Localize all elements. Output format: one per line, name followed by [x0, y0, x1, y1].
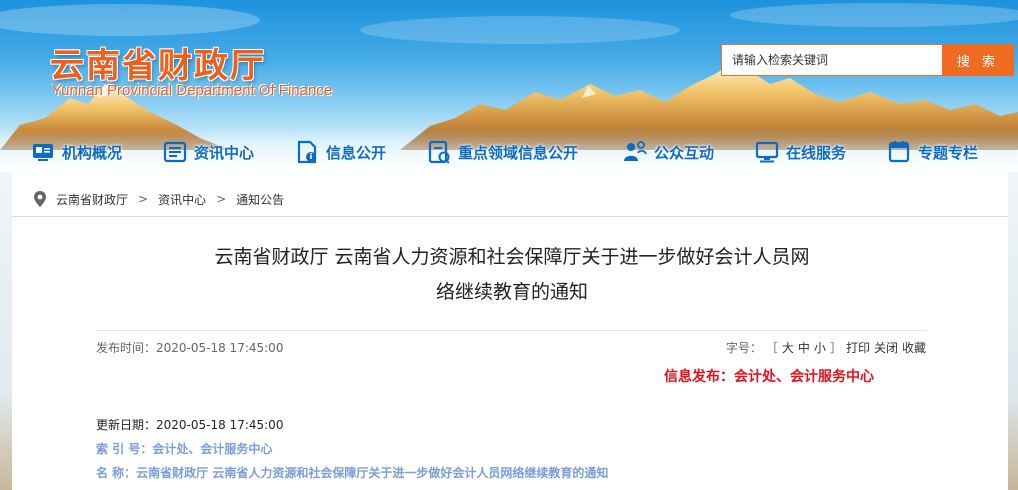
print-button[interactable]: 打印: [846, 339, 870, 356]
site-logo-en: Yunnan Provincial Department Of Finance: [52, 82, 333, 99]
breadcrumb-notices[interactable]: 通知公告: [236, 191, 284, 208]
breadcrumb-news-center[interactable]: 资讯中心: [158, 191, 206, 208]
index-number: 索 引 号：会计处、会计服务中心: [96, 442, 273, 456]
nav-item-key-areas[interactable]: 重点领域信息公开: [426, 136, 578, 168]
location-pin-icon: [34, 191, 46, 207]
nav-label: 机构概况: [62, 143, 123, 162]
breadcrumb-separator: >: [216, 192, 227, 206]
nav-item-special-topics[interactable]: 专题专栏: [886, 136, 978, 168]
key-areas-icon: [428, 140, 450, 164]
nav-item-info-disclosure[interactable]: 信息公开: [294, 136, 386, 168]
search-button[interactable]: 搜 索: [942, 44, 1014, 76]
main-nav: 机构概况 资讯中心 信息公开 重点领域信息公开 公众互动 在线服务 专题专栏: [0, 136, 1018, 170]
nav-item-org-overview[interactable]: 机构概况: [30, 136, 122, 168]
search-input[interactable]: [721, 44, 942, 76]
breadcrumb-separator: >: [138, 192, 149, 206]
article-info: 更新日期：2020-05-18 17:45:00 索 引 号：会计处、会计服务中…: [96, 416, 608, 488]
font-large-button[interactable]: 大: [782, 339, 794, 356]
search-bar: 搜 索: [721, 44, 1014, 76]
org-overview-icon: [33, 144, 53, 161]
close-window-button[interactable]: 关闭: [874, 339, 898, 356]
news-center-icon: [163, 141, 187, 163]
nav-label: 重点领域信息公开: [458, 143, 579, 162]
favorite-button[interactable]: 收藏: [902, 339, 926, 356]
public-interaction-icon: [624, 141, 647, 161]
update-date: 更新日期：2020-05-18 17:45:00: [96, 418, 284, 432]
nav-item-news-center[interactable]: 资讯中心: [162, 136, 254, 168]
issuer-text: 信息发布：会计处、会计服务中心: [664, 369, 874, 385]
side-decoration-left: [0, 172, 12, 490]
online-service-icon: [755, 141, 779, 163]
info-disclosure-icon: [297, 140, 317, 164]
special-topics-icon: [888, 141, 910, 163]
article-title-line2: 络继续教育的通知: [435, 281, 588, 303]
article-title: 云南省财政厅 云南省人力资源和社会保障厅关于进一步做好会计人员网 络继续教育的通…: [152, 240, 872, 310]
nav-item-public-interaction[interactable]: 公众互动: [622, 136, 714, 168]
article-meta: 发布时间：2020-05-18 17:45:00 字号： ［ 大 中 小 ］ 打…: [96, 330, 926, 359]
article-name: 名 称：云南省财政厅 云南省人力资源和社会保障厅关于进一步做好会计人员网络继续教…: [96, 466, 609, 480]
font-small-button[interactable]: 小: [814, 339, 826, 356]
breadcrumb: 云南省财政厅 > 资讯中心 > 通知公告: [12, 182, 1008, 217]
publish-time: 发布时间：2020-05-18 17:45:00: [96, 341, 284, 355]
header-banner: 云南省财政厅 Yunnan Provincial Department Of F…: [0, 0, 1018, 172]
nav-label: 专题专栏: [918, 143, 979, 162]
nav-label: 在线服务: [786, 143, 847, 162]
side-decoration-right: [1008, 172, 1018, 490]
font-size-label: 字号：: [725, 341, 762, 355]
breadcrumb-home[interactable]: 云南省财政厅: [56, 191, 128, 208]
article-tools: 字号： ［ 大 中 小 ］ 打印 关闭 收藏: [726, 339, 926, 356]
nav-label: 资讯中心: [194, 143, 255, 162]
site-logo-cn[interactable]: 云南省财政厅: [50, 38, 266, 87]
article-container: 云南省财政厅 > 资讯中心 > 通知公告 云南省财政厅 云南省人力资源和社会保障…: [12, 172, 1008, 490]
nav-label: 公众互动: [654, 143, 715, 162]
nav-item-online-service[interactable]: 在线服务: [754, 136, 846, 168]
bracket-close: ］: [829, 341, 842, 355]
font-medium-button[interactable]: 中: [798, 339, 810, 356]
bracket-open: ［: [765, 341, 778, 355]
article-title-line1: 云南省财政厅 云南省人力资源和社会保障厅关于进一步做好会计人员网: [214, 246, 810, 268]
nav-label: 信息公开: [326, 143, 387, 162]
